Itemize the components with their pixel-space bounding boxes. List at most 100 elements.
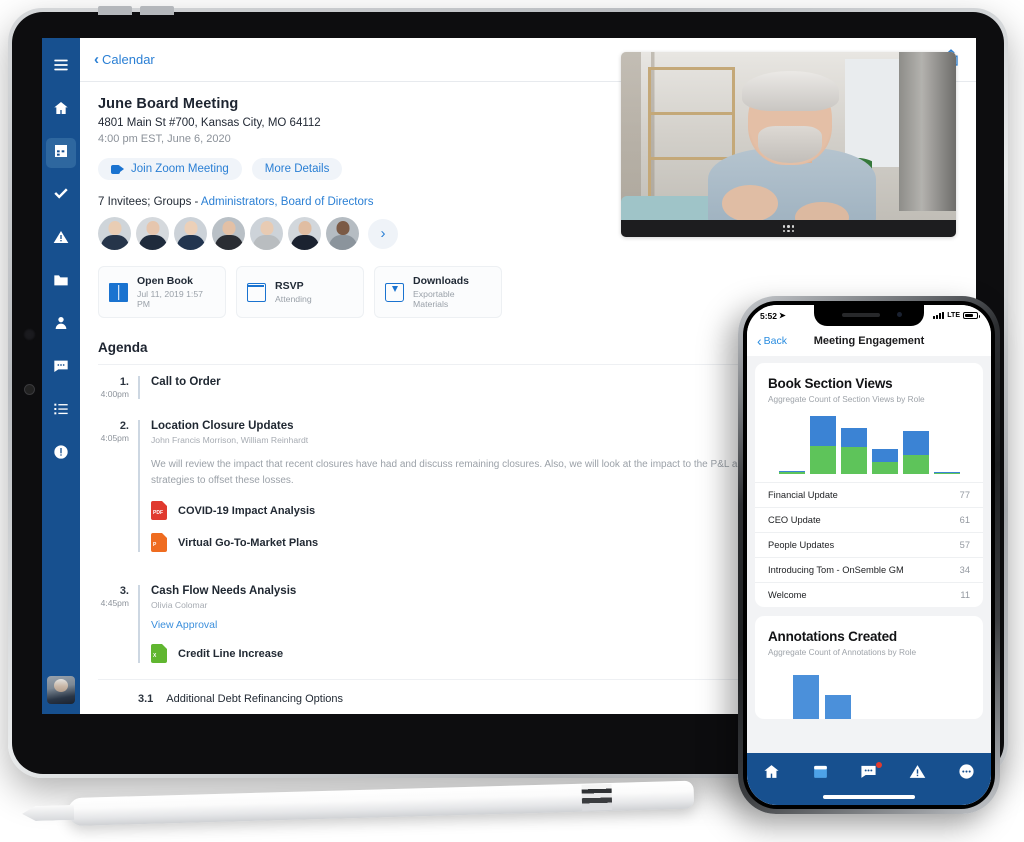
- bar-segment: [871, 448, 898, 462]
- list-item[interactable]: Introducing Tom - OnSemble GM 34: [755, 557, 983, 582]
- row-value: 34: [959, 565, 970, 575]
- agenda-number: 1.: [119, 376, 129, 388]
- list-icon: [53, 401, 69, 422]
- notification-badge: [875, 762, 882, 768]
- open-book-card[interactable]: Open Book Jul 11, 2019 1:57 PM: [98, 266, 226, 318]
- invitee-avatar[interactable]: [98, 217, 131, 250]
- row-value: 11: [960, 590, 970, 600]
- carrier-label: LTE: [947, 312, 960, 319]
- chevron-left-icon: ‹: [94, 51, 99, 68]
- attachment-name: Virtual Go-To-Market Plans: [178, 536, 319, 549]
- pencil-tip: [22, 805, 74, 821]
- more-details-button[interactable]: More Details: [251, 158, 343, 180]
- invitee-avatar[interactable]: [326, 217, 359, 250]
- curtain-decoration: [899, 52, 956, 212]
- drag-grip-icon[interactable]: [782, 225, 795, 232]
- row-label: Welcome: [768, 590, 807, 600]
- warning-icon: [909, 763, 926, 785]
- more-details-label: More Details: [264, 163, 330, 175]
- invitee-avatar[interactable]: [288, 217, 321, 250]
- sidebar-item-info[interactable]: [46, 439, 76, 469]
- sidebar-item-people[interactable]: [46, 310, 76, 340]
- subitem-title: Additional Debt Refinancing Options: [166, 693, 344, 705]
- tab-alerts[interactable]: [907, 763, 929, 785]
- apple-pencil: [22, 777, 695, 836]
- sidebar-item-alerts[interactable]: [46, 224, 76, 254]
- calendar-icon: [812, 763, 829, 785]
- invitee-avatar[interactable]: [174, 217, 207, 250]
- sidebar-item-tasks[interactable]: [46, 181, 76, 211]
- phone-nav-bar: ‹ Back Meeting Engagement: [747, 326, 991, 356]
- volume-down-button[interactable]: [140, 6, 174, 15]
- more-invitees-button[interactable]: ›: [368, 218, 398, 249]
- tab-messages[interactable]: [858, 762, 882, 785]
- video-controls-bar[interactable]: [621, 220, 956, 237]
- open-book-title: Open Book: [137, 275, 194, 287]
- sidebar-item-files[interactable]: [46, 267, 76, 297]
- sidebar-item-calendar[interactable]: [46, 138, 76, 168]
- agenda-number: 3.: [119, 585, 129, 597]
- tab-home[interactable]: [760, 763, 782, 785]
- front-camera: [23, 328, 36, 341]
- signal-icon: [933, 311, 945, 320]
- iphone-notch: [814, 305, 924, 326]
- bar-segment: [902, 431, 929, 455]
- list-item[interactable]: Financial Update 77: [755, 482, 983, 507]
- hamburger-icon: [53, 57, 69, 78]
- row-label: Introducing Tom - OnSemble GM: [768, 565, 904, 575]
- downloads-card[interactable]: Downloads Exportable Materials: [374, 266, 502, 318]
- chart-title: Annotations Created: [768, 629, 897, 644]
- rsvp-card[interactable]: RSVP Attending: [236, 266, 364, 318]
- sidebar-item-menu[interactable]: [46, 52, 76, 82]
- bar-segment: [809, 445, 836, 474]
- tab-calendar[interactable]: [809, 763, 831, 785]
- join-zoom-meeting-button[interactable]: Join Zoom Meeting: [98, 158, 242, 180]
- iphone-screen: 5:52 ➤ LTE ‹ Back Meeting Engagement Boo…: [747, 305, 991, 805]
- chart-title: Book Section Views: [768, 376, 893, 391]
- list-item[interactable]: People Updates 57: [755, 532, 983, 557]
- agenda-number: 2.: [119, 420, 129, 432]
- sidebar-item-lists[interactable]: [46, 396, 76, 426]
- back-to-calendar-link[interactable]: ‹ Calendar: [94, 52, 155, 67]
- ellipsis-icon: [958, 763, 975, 785]
- list-item[interactable]: Welcome 11: [755, 582, 983, 607]
- download-icon: [385, 282, 404, 302]
- list-item[interactable]: CEO Update 61: [755, 507, 983, 532]
- phone-back-label: Back: [763, 335, 788, 347]
- invitee-avatar[interactable]: [136, 217, 169, 250]
- invitee-avatar[interactable]: [212, 217, 245, 250]
- bar-column: [871, 448, 898, 474]
- sidebar-item-messages[interactable]: [46, 353, 76, 383]
- open-book-subtitle: Jul 11, 2019 1:57 PM: [137, 289, 204, 309]
- video-call-tile[interactable]: [621, 52, 956, 237]
- join-zoom-label: Join Zoom Meeting: [131, 163, 229, 175]
- avatar[interactable]: [47, 676, 75, 704]
- bar: [793, 675, 819, 719]
- bar-column: [840, 428, 867, 474]
- earpiece-speaker: [842, 313, 880, 317]
- sidebar-nav: [42, 38, 80, 714]
- bar-chart: [755, 657, 983, 719]
- home-icon: [763, 763, 780, 785]
- front-camera: [897, 312, 902, 317]
- bar-column: [902, 431, 929, 474]
- agenda-item-index: 3. 4:45pm: [98, 585, 138, 663]
- volume-up-button[interactable]: [98, 6, 132, 15]
- annotations-created-card: Annotations Created Aggregate Count of A…: [755, 616, 983, 719]
- chat-icon: [53, 358, 69, 379]
- agenda-description: We will review the impact that recent cl…: [151, 459, 749, 486]
- phone-scroll-body[interactable]: Book Section Views Aggregate Count of Se…: [747, 356, 991, 805]
- row-label: Financial Update: [768, 490, 838, 500]
- bar-segment: [902, 454, 929, 474]
- sidebar-item-home[interactable]: [46, 95, 76, 125]
- tab-more[interactable]: [956, 763, 978, 785]
- invitee-groups-link[interactable]: Administrators, Board of Directors: [201, 196, 374, 208]
- bar-segment: [840, 447, 867, 474]
- invitee-avatar[interactable]: [250, 217, 283, 250]
- bar-segment: [933, 472, 960, 474]
- pdf-file-icon: PDF: [151, 501, 167, 520]
- folder-icon: [53, 272, 69, 293]
- phone-back-button[interactable]: ‹ Back: [757, 333, 787, 349]
- row-value: 77: [959, 490, 970, 500]
- agenda-divider: [138, 585, 140, 663]
